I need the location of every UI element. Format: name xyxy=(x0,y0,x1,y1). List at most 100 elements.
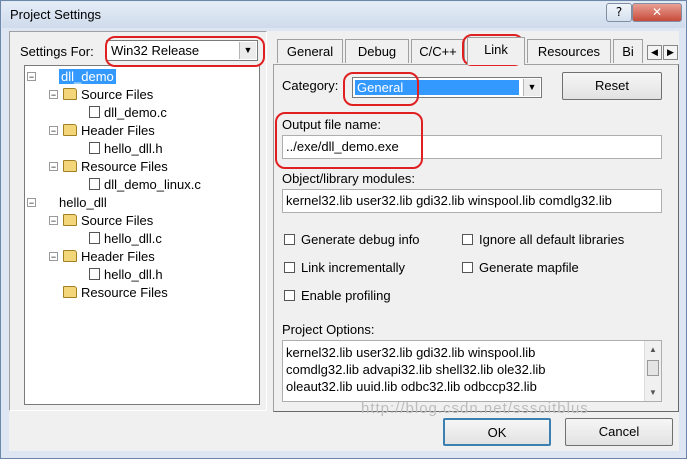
settings-for-value: Win32 Release xyxy=(111,43,200,58)
ignore-default-libs-label: Ignore all default libraries xyxy=(479,232,625,247)
title-bar[interactable]: Project Settings ? ✕ xyxy=(2,2,685,28)
tree-item-label: hello_dll.h xyxy=(104,141,163,156)
tree-item-folder[interactable]: Source Files xyxy=(63,86,153,103)
tree-item-label: Resource Files xyxy=(81,159,168,174)
file-icon xyxy=(89,142,100,154)
tree-item-file[interactable]: dll_demo_linux.c xyxy=(89,176,201,193)
dialog-client: Settings For: Win32 Release ▼ − dll_demo −… xyxy=(9,31,679,451)
tree-item-folder[interactable]: Resource Files xyxy=(63,284,168,301)
help-button[interactable]: ? xyxy=(606,3,632,22)
tab-resources[interactable]: Resources xyxy=(527,39,611,63)
collapse-icon[interactable]: − xyxy=(49,90,58,100)
collapse-icon[interactable]: − xyxy=(49,126,58,136)
link-incrementally-checkbox[interactable]: Link incrementally xyxy=(284,260,405,275)
dialog-window: Project Settings ? ✕ Settings For: Win32… xyxy=(0,0,687,459)
tree-item-file[interactable]: hello_dll.h xyxy=(89,140,163,157)
tree-item-file[interactable]: hello_dll.c xyxy=(89,230,162,247)
project-options-textarea[interactable]: kernel32.lib user32.lib gdi32.lib winspo… xyxy=(282,340,662,402)
generate-debug-checkbox[interactable]: Generate debug info xyxy=(284,232,420,247)
settings-for-label: Settings For: xyxy=(20,44,94,59)
category-select[interactable]: General ▼ xyxy=(352,77,542,98)
tree-item-folder[interactable]: Resource Files xyxy=(63,158,168,175)
category-label: Category: xyxy=(282,78,339,93)
folder-icon xyxy=(63,124,77,136)
tab-link[interactable]: Link xyxy=(467,37,525,65)
window-title: Project Settings xyxy=(10,7,102,22)
folder-icon xyxy=(63,286,77,298)
modules-input[interactable]: kernel32.lib user32.lib gdi32.lib winspo… xyxy=(282,189,662,213)
options-line: kernel32.lib user32.lib gdi32.lib winspo… xyxy=(286,345,536,360)
generate-mapfile-checkbox[interactable]: Generate mapfile xyxy=(462,260,579,275)
options-scrollbar[interactable]: ▲ ▼ xyxy=(644,341,661,401)
link-incrementally-label: Link incrementally xyxy=(301,260,406,275)
scroll-up-icon[interactable]: ▲ xyxy=(646,342,660,357)
enable-profiling-checkbox[interactable]: Enable profiling xyxy=(284,288,391,303)
tree-item-project[interactable]: dll_demo xyxy=(41,68,116,85)
folder-icon xyxy=(63,214,77,226)
collapse-icon[interactable]: − xyxy=(49,252,58,262)
options-line: comdlg32.lib advapi32.lib shell32.lib ol… xyxy=(286,362,546,377)
link-panel: Category: General ▼ Reset Output file na… xyxy=(273,64,679,412)
chevron-down-icon[interactable]: ▼ xyxy=(523,79,540,96)
tree-item-label: Resource Files xyxy=(81,285,168,300)
folder-icon xyxy=(63,160,77,172)
file-icon xyxy=(89,268,100,280)
tree-item-label: dll_demo.c xyxy=(104,105,167,120)
modules-label: Object/library modules: xyxy=(282,171,415,186)
scroll-down-icon[interactable]: ▼ xyxy=(646,385,660,400)
checkbox-box[interactable] xyxy=(284,290,295,301)
checkbox-box[interactable] xyxy=(462,262,473,273)
tab-browse[interactable]: Bi xyxy=(613,39,643,63)
scrollbar-thumb[interactable] xyxy=(647,360,659,376)
reset-button[interactable]: Reset xyxy=(562,72,662,100)
file-icon xyxy=(89,232,100,244)
project-tree[interactable]: − dll_demo − Source Files dll_demo.c − Header … xyxy=(24,65,260,405)
tree-item-folder[interactable]: Header Files xyxy=(63,122,155,139)
tab-debug[interactable]: Debug xyxy=(345,39,409,63)
tree-item-label: hello_dll.c xyxy=(104,231,162,246)
category-value: General xyxy=(355,80,519,95)
settings-for-select[interactable]: Win32 Release ▼ xyxy=(106,40,258,61)
ignore-default-libs-checkbox[interactable]: Ignore all default libraries xyxy=(462,232,624,247)
output-file-label: Output file name: xyxy=(282,117,381,132)
options-line: oleaut32.lib uuid.lib odbc32.lib odbccp3… xyxy=(286,379,537,394)
file-icon xyxy=(89,178,100,190)
tree-item-label: dll_demo_linux.c xyxy=(104,177,201,192)
tree-item-project[interactable]: hello_dll xyxy=(41,194,107,211)
tree-item-file[interactable]: dll_demo.c xyxy=(89,104,167,121)
tab-strip: General Debug C/C++ Link Resources Bi ◀ … xyxy=(275,37,679,65)
file-icon xyxy=(89,106,100,118)
tree-item-label: dll_demo xyxy=(59,69,116,84)
close-button[interactable]: ✕ xyxy=(632,3,682,22)
collapse-icon[interactable]: − xyxy=(27,72,36,82)
tree-item-folder[interactable]: Source Files xyxy=(63,212,153,229)
project-options-label: Project Options: xyxy=(282,322,375,337)
tree-item-label: Source Files xyxy=(81,213,154,228)
cancel-button[interactable]: Cancel xyxy=(565,418,673,446)
generate-debug-label: Generate debug info xyxy=(301,232,420,247)
watermark: http://blog.csdn.net/sssoitblus xyxy=(361,400,589,417)
tab-scroll-right-icon[interactable]: ▶ xyxy=(663,45,678,60)
collapse-icon[interactable]: − xyxy=(49,216,58,226)
tree-item-folder[interactable]: Header Files xyxy=(63,248,155,265)
chevron-down-icon[interactable]: ▼ xyxy=(239,42,256,59)
folder-icon xyxy=(63,250,77,262)
tab-scroll-left-icon[interactable]: ◀ xyxy=(647,45,662,60)
tab-general[interactable]: General xyxy=(277,39,343,63)
project-icon xyxy=(41,196,55,208)
collapse-icon[interactable]: − xyxy=(49,162,58,172)
checkbox-box[interactable] xyxy=(284,234,295,245)
output-file-input[interactable]: ../exe/dll_demo.exe xyxy=(282,135,662,159)
tree-item-label: Header Files xyxy=(81,123,155,138)
tree-item-label: Header Files xyxy=(81,249,155,264)
tree-item-label: hello_dll xyxy=(59,195,107,210)
checkbox-box[interactable] xyxy=(462,234,473,245)
collapse-icon[interactable]: − xyxy=(27,198,36,208)
ok-button[interactable]: OK xyxy=(443,418,551,446)
enable-profiling-label: Enable profiling xyxy=(301,288,391,303)
tree-item-file[interactable]: hello_dll.h xyxy=(89,266,163,283)
checkbox-box[interactable] xyxy=(284,262,295,273)
project-icon xyxy=(41,70,55,82)
settings-for-group: Settings For: Win32 Release ▼ − dll_demo −… xyxy=(9,31,267,411)
tab-c-cpp[interactable]: C/C++ xyxy=(411,39,465,63)
